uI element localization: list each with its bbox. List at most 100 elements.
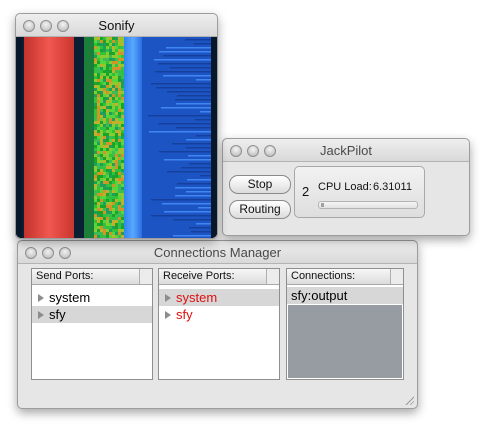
spectrogram-cell <box>97 88 100 91</box>
spectrogram-cell <box>115 112 118 115</box>
spectrogram-cell <box>97 94 100 97</box>
spectrogram-green-edge <box>84 37 94 238</box>
spectrogram-cell <box>112 43 115 46</box>
spectrogram-cell <box>106 106 109 109</box>
jackpilot-titlebar[interactable]: JackPilot <box>223 139 469 162</box>
spectrogram-view[interactable] <box>16 37 217 238</box>
spectrogram-cell <box>106 214 109 217</box>
spectrogram-cell <box>115 169 118 172</box>
spectrogram-cell <box>115 97 118 100</box>
spectrogram-cell <box>112 46 115 49</box>
spectrogram-cell <box>94 205 97 208</box>
send-ports-list[interactable]: Send Ports: system sfy <box>31 268 153 380</box>
spectrogram-cell <box>118 142 121 145</box>
spectrogram-cell <box>103 82 106 85</box>
spectrogram-cell <box>115 226 118 229</box>
spectrogram-cell <box>97 67 100 70</box>
spectrogram-cell <box>97 46 100 49</box>
spectrogram-streak <box>186 191 211 193</box>
spectrogram-cell <box>100 67 103 70</box>
stop-button[interactable]: Stop <box>229 175 291 194</box>
spectrogram-cell <box>94 163 97 166</box>
jackpilot-window[interactable]: JackPilot Stop Routing 2 CPU Load: 6.310… <box>222 138 470 236</box>
spectrogram-cell <box>103 187 106 190</box>
spectrogram-streak <box>187 179 211 181</box>
spectrogram-cell <box>121 142 124 145</box>
spectrogram-cell <box>100 151 103 154</box>
spectrogram-cell <box>97 226 100 229</box>
spectrogram-cell <box>121 217 124 220</box>
spectrogram-cell <box>106 133 109 136</box>
spectrogram-cell <box>118 226 121 229</box>
spectrogram-cell <box>100 103 103 106</box>
spectrogram-cell <box>94 52 97 55</box>
spectrogram-cell <box>106 100 109 103</box>
spectrogram-cell <box>103 103 106 106</box>
spectrogram-cell <box>121 127 124 130</box>
spectrogram-streak <box>154 59 211 61</box>
spectrogram-cell <box>100 196 103 199</box>
spectrogram-cell <box>94 64 97 67</box>
scrollbar[interactable] <box>266 269 279 284</box>
spectrogram-cell <box>109 151 112 154</box>
spectrogram-cell <box>118 94 121 97</box>
spectrogram-cell <box>103 151 106 154</box>
connections-list[interactable]: Connections: sfy:output <box>286 268 404 380</box>
receive-port-item[interactable]: system <box>159 289 279 306</box>
receive-port-item[interactable]: sfy <box>159 306 279 323</box>
spectrogram-cell <box>121 64 124 67</box>
spectrogram-red-band <box>24 37 74 238</box>
sonify-titlebar[interactable]: Sonify <box>16 14 217 37</box>
scrollbar[interactable] <box>139 269 152 284</box>
spectrogram-cell <box>118 166 121 169</box>
spectrogram-cell <box>118 220 121 223</box>
spectrogram-cell <box>121 193 124 196</box>
spectrogram-cell <box>94 157 97 160</box>
send-port-item[interactable]: system <box>32 289 152 306</box>
spectrogram-cell <box>94 49 97 52</box>
spectrogram-cell <box>106 169 109 172</box>
spectrogram-cell <box>109 109 112 112</box>
disclosure-triangle-icon[interactable] <box>165 311 171 319</box>
spectrogram-cell <box>97 49 100 52</box>
spectrogram-cell <box>115 67 118 70</box>
spectrogram-cell <box>121 88 124 91</box>
sonify-window[interactable]: Sonify <box>15 13 218 239</box>
spectrogram-cell <box>109 223 112 226</box>
spectrogram-cell <box>115 136 118 139</box>
spectrogram-cell <box>115 202 118 205</box>
spectrogram-cell <box>118 235 121 238</box>
disclosure-triangle-icon[interactable] <box>38 294 44 302</box>
routing-button[interactable]: Routing <box>229 200 291 219</box>
spectrogram-cell <box>103 43 106 46</box>
send-port-item[interactable]: sfy <box>32 306 152 323</box>
spectrogram-cell <box>112 37 115 40</box>
spectrogram-cell <box>94 121 97 124</box>
scrollbar[interactable] <box>390 269 403 284</box>
spectrogram-streak <box>200 175 211 177</box>
spectrogram-cell <box>118 82 121 85</box>
spectrogram-cell <box>109 229 112 232</box>
spectrogram-cell <box>100 106 103 109</box>
spectrogram-cell <box>97 199 100 202</box>
connection-item[interactable]: sfy:output <box>287 287 403 304</box>
disclosure-triangle-icon[interactable] <box>38 311 44 319</box>
spectrogram-cell <box>106 151 109 154</box>
spectrogram-cell <box>106 187 109 190</box>
spectrogram-cell <box>106 142 109 145</box>
spectrogram-cell <box>112 52 115 55</box>
spectrogram-cell <box>112 100 115 103</box>
spectrogram-cell <box>118 49 121 52</box>
spectrogram-cell <box>103 61 106 64</box>
disclosure-triangle-icon[interactable] <box>165 294 171 302</box>
spectrogram-streak <box>173 235 211 237</box>
spectrogram-cell <box>118 184 121 187</box>
spectrogram-cell <box>103 217 106 220</box>
spectrogram-cell <box>121 109 124 112</box>
receive-ports-list[interactable]: Receive Ports: system sfy <box>158 268 280 380</box>
spectrogram-cell <box>100 94 103 97</box>
spectrogram-streak <box>151 199 211 201</box>
spectrogram-cell <box>100 127 103 130</box>
resize-grip-icon[interactable] <box>404 395 414 405</box>
connections-manager-titlebar[interactable]: Connections Manager <box>18 241 417 264</box>
